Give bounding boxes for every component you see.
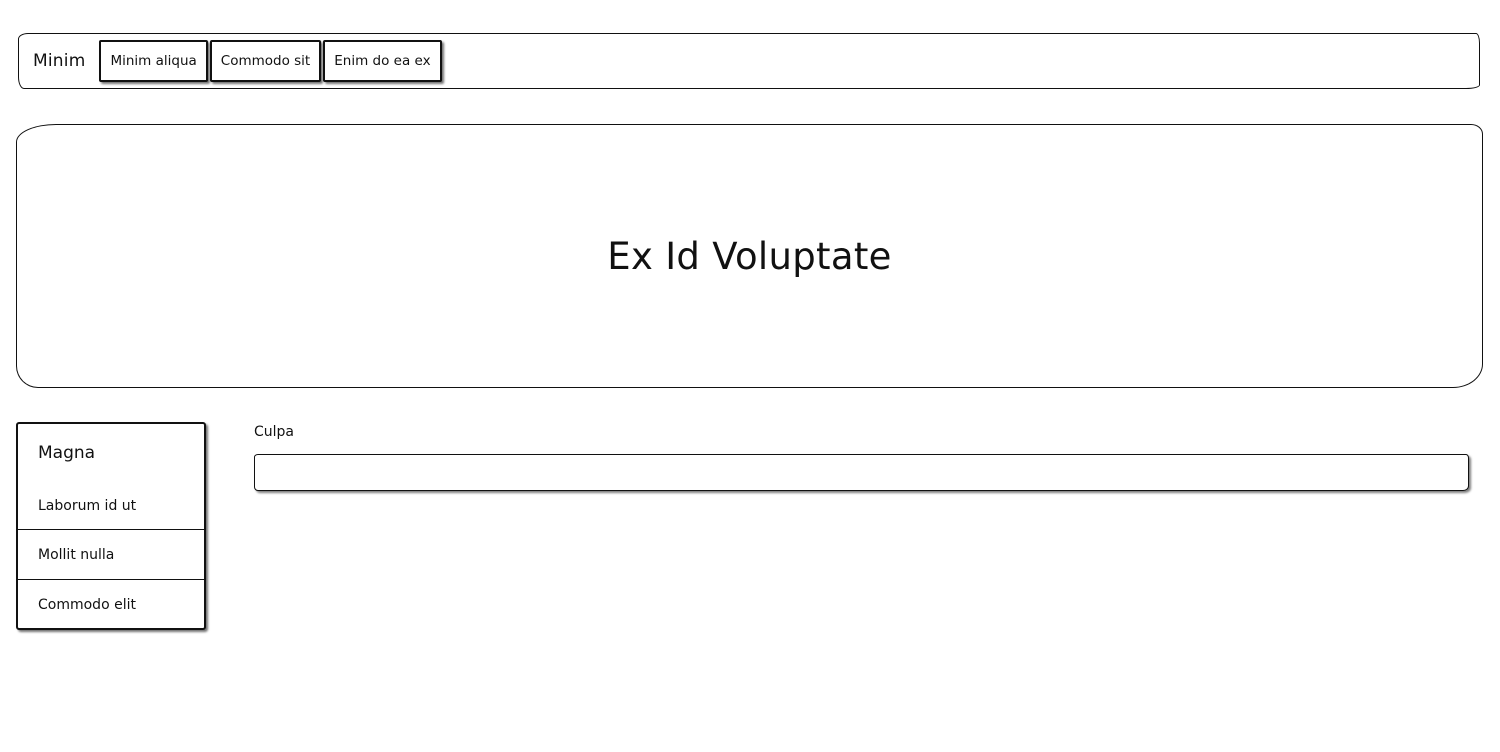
sidebar-item-mollit-nulla[interactable]: Mollit nulla xyxy=(18,530,204,580)
culpa-input[interactable] xyxy=(254,454,1469,491)
nav-button-commodo-sit[interactable]: Commodo sit xyxy=(209,40,322,82)
hero-title: Ex Id Voluptate xyxy=(607,234,892,278)
top-navbar: Minim Minim aliqua Commodo sit Enim do e… xyxy=(18,33,1480,89)
hero-banner: Ex Id Voluptate xyxy=(16,124,1483,388)
culpa-field-label: Culpa xyxy=(254,424,295,440)
nav-button-minim-aliqua[interactable]: Minim aliqua xyxy=(99,40,208,82)
brand-name[interactable]: Minim xyxy=(33,51,85,71)
sidebar-item-commodo-elit[interactable]: Commodo elit xyxy=(18,580,204,630)
sidebar-list: Magna Laborum id ut Mollit nulla Commodo… xyxy=(16,422,206,630)
nav-button-enim-do-ea-ex[interactable]: Enim do ea ex xyxy=(323,40,442,82)
sidebar-header: Magna xyxy=(38,443,96,463)
sidebar-item-laborum-id-ut[interactable]: Laborum id ut xyxy=(18,482,204,530)
